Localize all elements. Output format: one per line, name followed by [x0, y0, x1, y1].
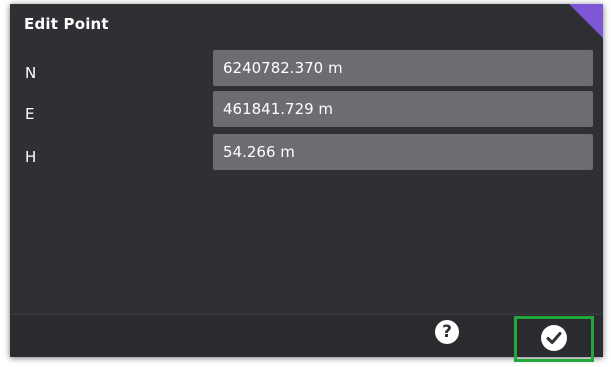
confirm-button[interactable] — [541, 325, 567, 351]
edit-point-dialog: Edit Point N 6240782.370 m E 461841.729 … — [10, 4, 603, 357]
n-coordinate-field[interactable]: 6240782.370 m — [213, 50, 593, 86]
label-h: H — [25, 148, 37, 166]
h-height-field[interactable]: 54.266 m — [213, 134, 593, 170]
label-e: E — [25, 105, 35, 123]
corner-accent — [569, 4, 603, 38]
label-n: N — [25, 64, 37, 82]
dialog-title: Edit Point — [24, 15, 109, 33]
checkmark-icon — [546, 332, 562, 344]
help-icon[interactable]: ? — [435, 320, 459, 344]
e-coordinate-field[interactable]: 461841.729 m — [213, 91, 593, 127]
